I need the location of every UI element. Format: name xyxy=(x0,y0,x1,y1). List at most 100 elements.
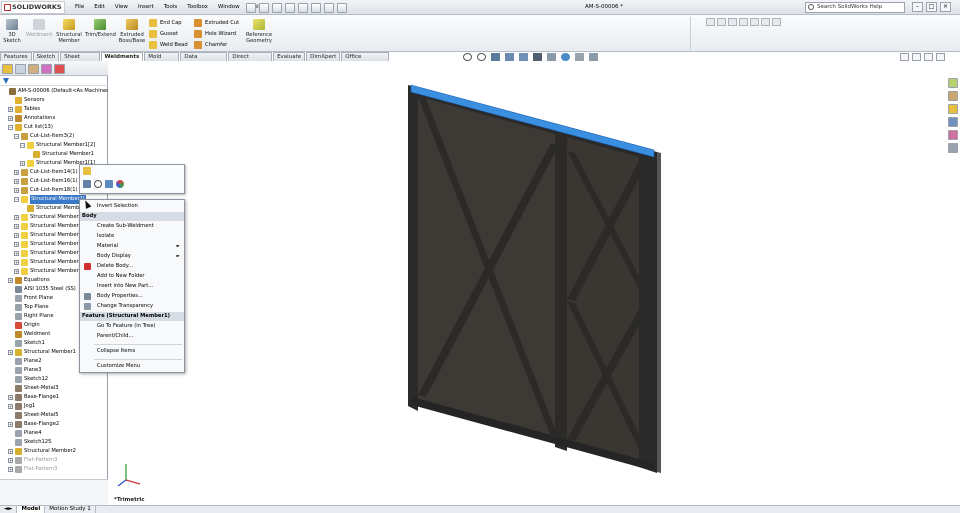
bottom-tab-motion-study-1[interactable]: Motion Study 1 xyxy=(45,506,96,513)
zoom-to-selection-icon[interactable] xyxy=(94,180,102,188)
gusset-button[interactable]: Gusset xyxy=(149,29,178,38)
menu-view[interactable]: View xyxy=(110,0,133,15)
print-icon[interactable] xyxy=(285,2,295,13)
view-orientation-icon[interactable] xyxy=(519,53,528,61)
maximize-button[interactable]: □ xyxy=(926,2,937,12)
previous-view-icon[interactable] xyxy=(491,53,500,61)
property-manager-tab-icon[interactable] xyxy=(15,64,26,74)
tree-item[interactable]: − Structural Member1[ xyxy=(14,195,86,204)
tree-item[interactable]: + Tables xyxy=(8,105,40,114)
menu-file[interactable]: File xyxy=(70,0,89,15)
tree-expander-icon[interactable]: + xyxy=(8,395,13,400)
tree-item[interactable]: + Base-Flange2 xyxy=(8,420,59,429)
tree-item[interactable]: + Cut-List-Item14(1) xyxy=(14,168,78,177)
tree-expander-icon[interactable]: + xyxy=(20,161,25,166)
tab-dimxpert[interactable]: DimXpert xyxy=(306,52,341,61)
tree-expander-icon[interactable]: + xyxy=(8,467,13,472)
tool-icon[interactable] xyxy=(739,18,748,26)
menu-item-add-to-new-folder[interactable]: Add to New Folder xyxy=(80,272,184,281)
tree-item[interactable]: AISI 1035 Steel (SS) xyxy=(8,285,76,294)
section-view-icon[interactable] xyxy=(505,53,514,61)
tree-item[interactable]: Structural Member1 xyxy=(26,150,94,159)
undo-icon[interactable] xyxy=(298,2,308,13)
feature-manager-tab-icon[interactable] xyxy=(2,64,13,74)
tool-icon[interactable] xyxy=(750,18,759,26)
tree-item[interactable]: Sketch1 xyxy=(8,339,45,348)
tree-item[interactable]: Weldment xyxy=(8,330,50,339)
hole-wizard-button[interactable]: Hole Wizard xyxy=(194,29,236,38)
dimxpert-tab-icon[interactable] xyxy=(41,64,52,74)
tab-sheet-metal[interactable]: Sheet Metal xyxy=(60,52,100,68)
menu-toolbox[interactable]: Toolbox xyxy=(182,0,213,15)
tree-item[interactable]: Origin xyxy=(8,321,40,330)
design-library-tab-icon[interactable] xyxy=(948,91,958,101)
tree-expander-icon[interactable]: + xyxy=(14,188,19,193)
tool-icon[interactable] xyxy=(761,18,770,26)
bottom-tab-model[interactable]: Model xyxy=(17,506,46,513)
tree-expander-icon[interactable]: − xyxy=(14,134,19,139)
tree-item[interactable]: Sheet-Metal3 xyxy=(8,384,59,393)
file-explorer-tab-icon[interactable] xyxy=(948,104,958,114)
tree-item[interactable]: Sensors xyxy=(8,96,44,105)
custom-properties-tab-icon[interactable] xyxy=(948,143,958,153)
tree-item[interactable]: + Structural Member1 xyxy=(8,348,76,357)
scene-icon[interactable] xyxy=(575,53,584,61)
menu-item-invert-selection[interactable]: Invert Selection xyxy=(80,202,184,211)
tree-filter[interactable] xyxy=(0,77,108,86)
tree-item[interactable]: + Annotations xyxy=(8,114,55,123)
tree-item[interactable]: + Flat-Pattern3 xyxy=(8,456,57,465)
menu-item-delete-body[interactable]: Delete Body... xyxy=(80,262,184,271)
edit-feature-icon[interactable] xyxy=(83,167,91,175)
tree-expander-icon[interactable]: + xyxy=(8,458,13,463)
tree-expander-icon[interactable]: + xyxy=(14,242,19,247)
trim-extend-button[interactable]: Trim/Extend xyxy=(85,19,116,38)
tree-item[interactable]: + Cut-List-Item18(1) xyxy=(14,186,78,195)
tab-features[interactable]: Features xyxy=(0,52,32,61)
menu-item-insert-into-new-part[interactable]: Insert into New Part... xyxy=(80,282,184,291)
close-button[interactable]: × xyxy=(940,2,951,12)
resources-tab-icon[interactable] xyxy=(948,78,958,88)
tree-expander-icon[interactable]: + xyxy=(14,260,19,265)
tree-item[interactable]: Sketch125 xyxy=(8,438,51,447)
tree-item[interactable]: + Structural Member1[ xyxy=(14,213,84,222)
menu-item-body-properties[interactable]: Body Properties... xyxy=(80,292,184,301)
tree-expander-icon[interactable]: + xyxy=(8,116,13,121)
tree-expander-icon[interactable]: + xyxy=(14,224,19,229)
weldment-button[interactable]: Weldment xyxy=(26,19,52,38)
menu-window[interactable]: Window xyxy=(213,0,245,15)
tree-expander-icon[interactable]: − xyxy=(8,125,13,130)
tree-item[interactable]: − Structural Member1[2] xyxy=(20,141,95,150)
menu-item-go-to-feature-in-tree[interactable]: Go To Feature (in Tree) xyxy=(80,322,184,331)
tree-expander-icon[interactable]: + xyxy=(8,449,13,454)
app-logo[interactable]: SOLIDWORKS xyxy=(1,1,65,14)
menu-edit[interactable]: Edit xyxy=(89,0,110,15)
menu-item-change-transparency[interactable]: Change Transparency xyxy=(80,302,184,311)
tree-expander-icon[interactable]: − xyxy=(14,197,19,202)
tool-icon[interactable] xyxy=(772,18,781,26)
tree-item[interactable]: − Cut list(13) xyxy=(8,123,53,132)
normal-to-icon[interactable] xyxy=(105,180,113,188)
doc-close-icon[interactable] xyxy=(936,53,945,61)
tree-item[interactable]: + Structural Member1[ xyxy=(14,258,84,267)
tab-evaluate[interactable]: Evaluate xyxy=(273,52,306,61)
tab-weldments[interactable]: Weldments xyxy=(100,52,144,61)
display-style-icon[interactable] xyxy=(533,53,542,61)
zoom-fit-icon[interactable] xyxy=(463,53,472,61)
extruded-cut-button[interactable]: Extruded Cut xyxy=(194,18,239,27)
view-palette-tab-icon[interactable] xyxy=(948,117,958,127)
menu-item-isolate[interactable]: Isolate xyxy=(80,232,184,241)
tree-item[interactable]: + Structural Member1[ xyxy=(14,267,84,276)
tree-expander-icon[interactable]: + xyxy=(14,179,19,184)
extruded-boss-button[interactable]: Extruded Boss/Base xyxy=(117,19,147,44)
tree-item[interactable]: + Structural Member1[ xyxy=(14,240,84,249)
tree-expander-icon[interactable]: + xyxy=(14,215,19,220)
menu-item-body-display[interactable]: Body Display ► xyxy=(80,252,184,261)
tree-item[interactable]: Plane3 xyxy=(8,366,42,375)
tab-data-migration[interactable]: Data Migration xyxy=(180,52,228,68)
tab-sketch[interactable]: Sketch xyxy=(32,52,60,61)
tree-item[interactable]: + Structural Member2 xyxy=(8,447,76,456)
weld-bead-button[interactable]: Weld Bead xyxy=(149,40,188,49)
tree-expander-icon[interactable]: + xyxy=(8,107,13,112)
tree-item[interactable]: + Equations xyxy=(8,276,50,285)
view-settings-icon[interactable] xyxy=(589,53,598,61)
